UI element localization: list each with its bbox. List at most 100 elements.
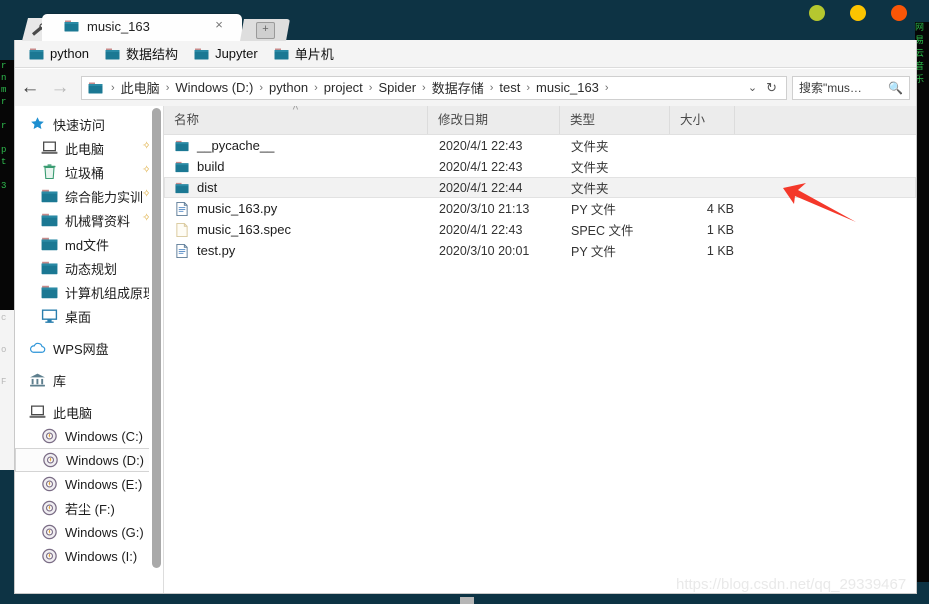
breadcrumb-separator: › — [526, 81, 531, 94]
breadcrumb-item-1[interactable]: 此电脑 — [119, 78, 162, 97]
tab-title: music_163 — [87, 19, 150, 34]
sidebar-item-label: 垃圾桶 — [65, 165, 105, 181]
file-type-cell: 文件夹 — [571, 140, 609, 154]
close-icon[interactable]: × — [212, 18, 226, 32]
column-header-label: 大小 — [680, 113, 706, 127]
file-name-label: dist — [197, 180, 218, 195]
sidebar-item-label: 快速访问 — [53, 117, 106, 133]
search-input[interactable]: 搜索"mus… 🔍 — [792, 75, 910, 100]
file-name-label: build — [197, 159, 225, 174]
sidebar-item-6[interactable]: md文件 — [15, 232, 163, 256]
horizontal-scrollbar-nub[interactable] — [460, 597, 474, 604]
column-header-3[interactable]: 类型 — [560, 106, 670, 134]
sidebar-item-9[interactable]: 桌面 — [15, 304, 163, 328]
search-icon[interactable]: 🔍 — [888, 81, 903, 95]
tab-music_163[interactable]: music_163 × — [42, 14, 242, 41]
sidebar-item-13[interactable]: Windows (C:) — [15, 424, 163, 448]
sidebar-item-1[interactable]: 快速访问 — [15, 112, 163, 136]
table-row[interactable]: build 2020/4/1 22:43 文件夹 — [164, 156, 916, 177]
breadcrumb-separator: › — [111, 81, 115, 94]
table-row[interactable]: dist 2020/4/1 22:44 文件夹 — [164, 177, 916, 198]
sidebar-scrollbar[interactable] — [149, 106, 163, 593]
breadcrumb-item-4[interactable]: project — [322, 80, 365, 95]
breadcrumb[interactable]: › 此电脑 › Windows (D:) › python › project › Spider ›… — [81, 75, 787, 100]
file-name-cell: dist — [165, 180, 429, 195]
sidebar-group-spacer — [15, 392, 163, 400]
breadcrumb-item-3[interactable]: python — [267, 80, 310, 95]
star-icon — [31, 117, 44, 129]
library-icon — [30, 373, 45, 387]
file-date-cell: 2020/4/1 22:44 — [439, 180, 523, 195]
sidebar-item-12[interactable]: 此电脑 — [15, 400, 163, 424]
file-type-cell: PY 文件 — [571, 203, 616, 217]
file-name-label: test.py — [197, 243, 236, 258]
maximize-button[interactable] — [850, 5, 866, 21]
sidebar-item-label: Windows (I:) — [65, 548, 138, 564]
breadcrumb-item-8[interactable]: music_163 — [534, 80, 601, 95]
folder-icon — [41, 237, 58, 251]
bookmark-3[interactable]: Jupyter — [186, 43, 266, 65]
breadcrumb-separator: › — [489, 81, 494, 94]
bookmark-label: Jupyter — [215, 46, 258, 61]
table-row[interactable]: __pycache__ 2020/4/1 22:43 文件夹 — [164, 135, 916, 156]
back-button[interactable]: ← — [15, 73, 45, 103]
py-file-icon — [176, 243, 188, 258]
table-row[interactable]: test.py 2020/3/10 20:01 PY 文件 1 KB — [164, 240, 916, 261]
sidebar-item-label: 库 — [53, 373, 67, 389]
column-header-2[interactable]: 修改日期 — [428, 106, 560, 134]
sidebar-item-2[interactable]: 此电脑 ✧ — [15, 136, 163, 160]
table-row[interactable]: music_163.py 2020/3/10 21:13 PY 文件 4 KB — [164, 198, 916, 219]
forward-button[interactable]: → — [45, 73, 75, 103]
sidebar-item-label: 若尘 (F:) — [65, 501, 115, 517]
drive-icon — [42, 524, 57, 540]
folder-icon — [88, 82, 103, 93]
computer-icon — [29, 405, 46, 418]
sidebar-item-4[interactable]: 综合能力实训 ✧ — [15, 184, 163, 208]
table-row[interactable]: music_163.spec 2020/4/1 22:43 SPEC 文件 1 KB — [164, 219, 916, 240]
minimize-button[interactable] — [809, 5, 825, 21]
sidebar-item-5[interactable]: 机械臂资料 ✧ — [15, 208, 163, 232]
sidebar-scrollbar-thumb[interactable] — [152, 108, 161, 568]
breadcrumb-dropdown-icon[interactable]: ⌄ — [742, 81, 763, 94]
refresh-icon[interactable]: ↻ — [763, 80, 780, 96]
sidebar-item-11[interactable]: 库 — [15, 368, 163, 392]
sidebar-item-label: Windows (C:) — [65, 428, 144, 444]
file-list: __pycache__ 2020/4/1 22:43 文件夹 build 2020/4/… — [164, 135, 916, 261]
bookmark-4[interactable]: 单片机 — [266, 43, 342, 65]
sidebar-item-18[interactable]: Windows (I:) — [15, 544, 163, 568]
file-name-label: __pycache__ — [197, 138, 275, 153]
sidebar-item-16[interactable]: 若尘 (F:) — [15, 496, 163, 520]
background-terminal-left: r n m r r p t 3 — [0, 60, 15, 310]
bookmark-2[interactable]: 数据结构 — [97, 43, 186, 65]
sidebar-item-3[interactable]: 垃圾桶 ✧ — [15, 160, 163, 184]
breadcrumb-item-7[interactable]: test — [497, 80, 522, 95]
column-header-1[interactable]: ˄ 名称 — [164, 106, 428, 134]
bookmark-1[interactable]: python — [21, 43, 97, 65]
navigation-bar: ← → › 此电脑 › Windows (D:) › python › project › Spi… — [15, 69, 916, 106]
sidebar-item-17[interactable]: Windows (G:) — [15, 520, 163, 544]
plus-icon[interactable]: + — [256, 22, 275, 39]
drive-icon — [42, 500, 57, 516]
folder-icon — [41, 261, 58, 275]
breadcrumb-item-5[interactable]: Spider — [376, 80, 418, 95]
column-header-4[interactable]: 大小 — [670, 106, 735, 134]
bookmark-label: 数据结构 — [126, 47, 179, 62]
file-type-cell: SPEC 文件 — [571, 224, 634, 238]
breadcrumb-separator: › — [604, 81, 609, 94]
close-button[interactable] — [891, 5, 907, 21]
sidebar-item-14[interactable]: Windows (D:) — [15, 448, 161, 472]
file-size-cell: 1 KB — [706, 222, 734, 237]
sidebar-item-label: Windows (D:) — [66, 452, 145, 468]
breadcrumb-item-2[interactable]: Windows (D:) — [173, 80, 255, 95]
sidebar-item-label: md文件 — [65, 237, 110, 253]
folder-icon — [41, 189, 58, 203]
sidebar-item-8[interactable]: 计算机组成原理 — [15, 280, 163, 304]
breadcrumb-item-6[interactable]: 数据存储 — [430, 78, 486, 97]
bookmarks-bar: python 数据结构 Jupyter 单片机 — [15, 40, 916, 68]
sidebar-item-10[interactable]: WPS网盘 — [15, 336, 163, 360]
breadcrumb-separator: › — [422, 81, 426, 94]
sidebar-item-15[interactable]: Windows (E:) — [15, 472, 163, 496]
trash-icon — [43, 164, 56, 180]
sidebar-item-7[interactable]: 动态规划 — [15, 256, 163, 280]
folder-icon — [105, 48, 120, 59]
